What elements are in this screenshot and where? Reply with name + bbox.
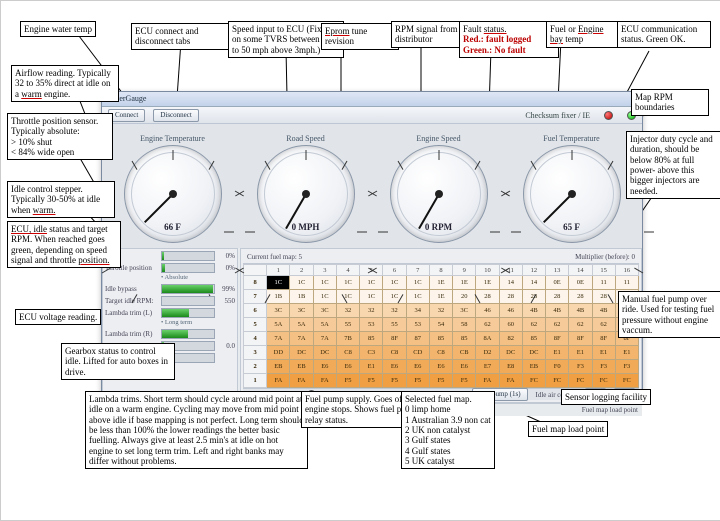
callout-engine-water-temp: Engine water temp	[20, 21, 96, 37]
connect-tab[interactable]: Connect	[108, 109, 145, 122]
callout-idle-status: ECU, idle status and target RPM. When re…	[7, 221, 121, 268]
eprom-label: Checksum fixer / IE	[525, 111, 590, 120]
callout-throttle: Throttle position sensor. Typically abso…	[7, 113, 113, 160]
gauge-row: Engine Temperature66 FRoad Speed0 MPHEng…	[102, 124, 642, 248]
gauge: Road Speed0 MPH	[239, 134, 372, 243]
lambda-left-bar: Lambda trim (L)	[105, 308, 235, 318]
maf-bar: MAF0%	[105, 251, 235, 261]
fuel-map-loadpoint-label: Fuel map load point	[582, 406, 638, 414]
callout-eprom: Eprom tune revision	[321, 23, 399, 50]
callout-voltage: ECU voltage reading.	[15, 309, 101, 325]
gauge: Engine Temperature66 F	[106, 134, 239, 243]
callout-sensor-logging: Sensor logging facility	[561, 389, 651, 405]
window-title: RoverGauge	[102, 92, 642, 107]
callout-map-rpm: Map RPM boundaries	[631, 89, 709, 116]
callout-idle-stepper: Idle control stepper. Typically 30-50% a…	[7, 181, 115, 218]
fault-led	[604, 111, 613, 120]
callout-fuel-temp: Fuel or Engine bay temp	[546, 21, 620, 48]
callout-lambda: Lambda trims. Short term should cycle ar…	[85, 391, 308, 469]
callout-airflow: Airflow reading. Typically 32 to 35% dir…	[11, 65, 119, 102]
fuel-map-panel: Current fuel map: 5 Multiplier (before):…	[240, 248, 642, 403]
callout-fault-status: Fault status. Red.: fault logged Green.:…	[459, 21, 559, 58]
disconnect-tab[interactable]: Disconnect	[153, 109, 199, 122]
gauge: Engine Speed0 RPM	[372, 134, 505, 243]
callout-injector: Injector duty cycle and duration, should…	[626, 131, 720, 199]
callout-loadpoint: Fuel map load point	[528, 421, 608, 437]
throttle-bar: Throttle position0%	[105, 263, 235, 273]
idle-bar: Idle bypass99%	[105, 284, 235, 294]
app-window: RoverGauge Connect Disconnect Checksum f…	[101, 91, 643, 398]
callout-selected-map: Selected fuel map. 0 limp home 1 Austral…	[401, 391, 495, 469]
callout-ecu-comm: ECU communication status. Green OK.	[617, 21, 711, 48]
multiplier-label: Multiplier (before): 0	[575, 253, 635, 261]
lambda-right-bar: Lambda trim (R)	[105, 329, 235, 339]
callout-manual-pump: Manual fuel pump over ride. Used for tes…	[618, 291, 720, 338]
fuel-map-title: Current fuel map: 5	[247, 253, 302, 261]
target-rpm: Target idle RPM:550	[105, 296, 235, 306]
toolbar: Connect Disconnect Checksum fixer / IE	[102, 107, 642, 124]
callout-gearbox: Gearbox status to control idle. Lifted f…	[61, 343, 175, 380]
gauge: Fuel Temperature65 F	[505, 134, 638, 243]
fuel-map-table: 1234567891011121314151681C1C1C1C1C1C1C1E…	[243, 264, 639, 388]
callout-ecu-connect-tabs: ECU connect and disconnect tabs	[131, 23, 229, 50]
